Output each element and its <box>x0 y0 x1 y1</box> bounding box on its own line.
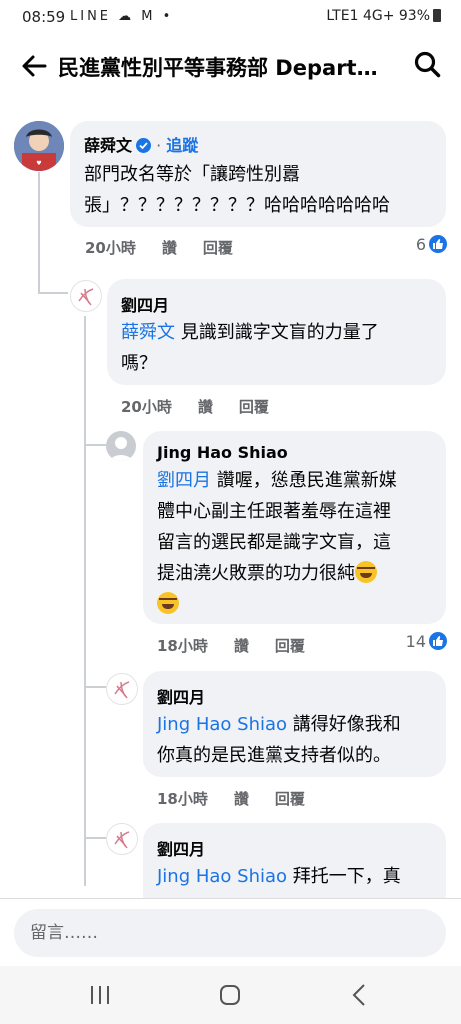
like-button[interactable]: 讚 <box>234 790 249 808</box>
reply-button[interactable]: 回覆 <box>203 239 233 257</box>
comment-text: Jing Hao Shiao 拜托一下，真 <box>157 866 401 887</box>
header: 民進黨性別平等事務部 Departme… <box>0 40 461 94</box>
comment-text: 薛舜文 見識到識字文盲的力量了 嗎？ <box>121 322 379 374</box>
comment-text: 部門改名等於「讓跨性別囂 張」？？？？？？？？哈哈哈哈哈哈哈 <box>84 164 390 216</box>
status-time: 08:59 <box>22 8 66 26</box>
comment-bubble: 劉四月 Jing Hao Shiao 講得好像我和 你真的是民進黨支持者似的。 <box>143 671 446 777</box>
like-button[interactable]: 讚 <box>162 239 177 257</box>
comment-text: 劉四月 讚喔，慫恿民進黨新媒 體中心副主任跟著羞辱在這裡 留言的選民都是識字文盲… <box>157 465 442 620</box>
thread-line <box>38 292 68 294</box>
reaction-count[interactable]: 14 <box>406 632 447 651</box>
avatar[interactable] <box>70 280 102 312</box>
thumbs-up-icon <box>429 235 447 253</box>
comment-bubble: Jing Hao Shiao 劉四月 讚喔，慫恿民進黨新媒 體中心副主任跟著羞辱… <box>143 431 446 624</box>
comment-time: 20小時 <box>85 239 136 257</box>
follow-button[interactable]: 追蹤 <box>166 136 198 155</box>
home-icon[interactable] <box>210 980 250 1010</box>
comment-author[interactable]: Jing Hao Shiao <box>157 443 288 462</box>
comment-meta: 20小時 讚 回覆 <box>85 237 259 258</box>
comment-meta: 18小時 讚 回覆 <box>157 635 331 656</box>
laughing-emoji-icon <box>355 561 377 583</box>
comment-time: 18小時 <box>157 637 208 655</box>
page-title: 民進黨性別平等事務部 Departme… <box>58 56 398 80</box>
comment-author[interactable]: 薛舜文 <box>84 136 132 155</box>
like-button[interactable]: 讚 <box>234 637 249 655</box>
notification-icons: LINE ☁ M • <box>70 9 174 24</box>
laughing-emoji-icon <box>157 592 179 614</box>
default-avatar-icon[interactable] <box>106 431 136 461</box>
thread-line <box>84 444 106 446</box>
status-bar: 08:59 LINE ☁ M • LTE1 4G+ 93% <box>0 0 461 36</box>
comment-bubble: 薛舜文 · 追蹤 部門改名等於「讓跨性別囂 張」？？？？？？？？哈哈哈哈哈哈哈 <box>70 121 446 227</box>
mention-link[interactable]: 薛舜文 <box>121 322 175 343</box>
search-icon[interactable] <box>413 50 443 80</box>
thread-line <box>84 837 106 839</box>
recent-apps-icon[interactable] <box>80 980 120 1010</box>
comment-time: 20小時 <box>121 398 172 416</box>
network-indicator: LTE1 4G+ 93% <box>326 8 430 24</box>
status-right: LTE1 4G+ 93% <box>326 8 441 24</box>
battery-icon <box>433 9 441 22</box>
thread-line <box>84 316 86 886</box>
thread-line <box>84 686 106 688</box>
comment-author[interactable]: 劉四月 <box>157 836 205 860</box>
thumbs-up-icon <box>429 632 447 650</box>
reply-button[interactable]: 回覆 <box>275 637 305 655</box>
back-nav-icon[interactable] <box>340 980 380 1010</box>
mention-link[interactable]: 劉四月 <box>157 470 211 491</box>
thread-line <box>38 172 40 294</box>
reaction-count[interactable]: 6 <box>416 235 447 254</box>
comment-bubble: 劉四月 薛舜文 見識到識字文盲的力量了 嗎？ <box>107 279 446 385</box>
like-button[interactable]: 讚 <box>198 398 213 416</box>
comment-author[interactable]: 劉四月 <box>121 292 169 316</box>
avatar[interactable] <box>106 823 138 855</box>
reply-button[interactable]: 回覆 <box>275 790 305 808</box>
comment-time: 18小時 <box>157 790 208 808</box>
back-arrow-icon[interactable] <box>18 50 50 82</box>
reply-button[interactable]: 回覆 <box>239 398 269 416</box>
comment-author[interactable]: 劉四月 <box>157 684 205 708</box>
avatar[interactable] <box>106 673 138 705</box>
comment-input[interactable]: 留言…… <box>14 909 446 957</box>
mention-link[interactable]: Jing Hao Shiao <box>157 866 287 887</box>
system-nav-bar <box>0 966 461 1024</box>
comment-meta: 18小時 讚 回覆 <box>157 788 331 809</box>
comment-composer: 留言…… <box>0 898 461 967</box>
svg-text:♥: ♥ <box>36 160 41 167</box>
verified-badge-icon <box>136 138 152 153</box>
avatar[interactable]: ♥ <box>14 121 64 171</box>
comment-text: Jing Hao Shiao 講得好像我和 你真的是民進黨支持者似的。 <box>157 714 401 766</box>
mention-link[interactable]: Jing Hao Shiao <box>157 714 287 735</box>
comment-meta: 20小時 讚 回覆 <box>121 396 295 417</box>
